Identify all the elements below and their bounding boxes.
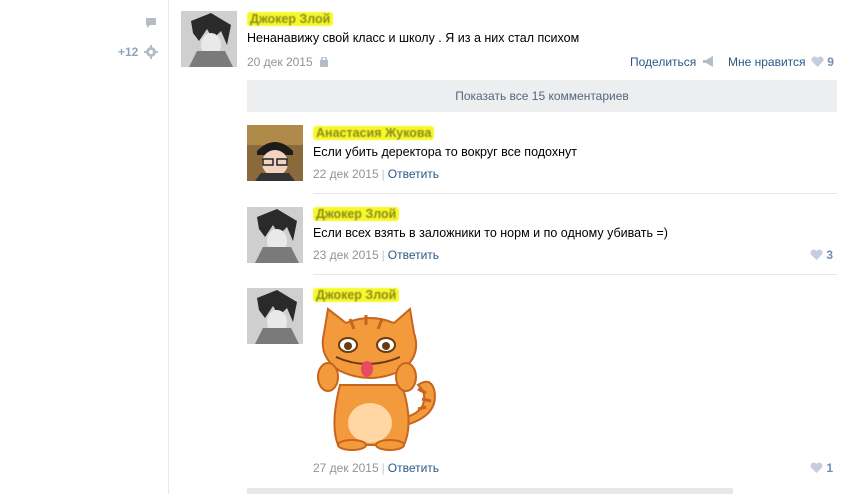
comment-like-button[interactable]: 1 — [810, 461, 833, 475]
comment-input-edge — [247, 488, 733, 494]
comment-author-name[interactable]: Анастасия Жукова — [313, 126, 435, 140]
post-text: Ненанавижу свой класс и школу . Я из а н… — [247, 31, 580, 45]
share-label: Поделиться — [630, 55, 697, 69]
heart-icon — [811, 56, 824, 67]
gear-icon[interactable] — [144, 45, 158, 59]
comment-author-name[interactable]: Джокер Злой — [313, 288, 400, 302]
reply-button[interactable]: Ответить — [388, 461, 439, 475]
lock-icon — [319, 57, 328, 67]
comment-date[interactable]: 23 дек 2015 — [313, 248, 379, 262]
comment-author-name[interactable]: Джокер Злой — [313, 207, 400, 221]
comment-like-count: 3 — [826, 248, 834, 262]
heart-icon — [810, 462, 823, 473]
reply-button[interactable]: Ответить — [388, 248, 439, 262]
comment-divider — [313, 193, 837, 194]
comment-meta: 23 дек 2015 | Ответить — [313, 248, 440, 262]
comment-meta: 27 дек 2015 | Ответить — [313, 461, 440, 475]
comment-like-count: 1 — [826, 461, 834, 475]
like-label: Мне нравится — [728, 55, 806, 69]
show-all-comments-button[interactable]: Показать все 15 комментариев — [247, 80, 837, 112]
reply-button[interactable]: Ответить — [388, 167, 439, 181]
comment-text: Если всех взять в заложники то норм и по… — [313, 226, 668, 240]
column-divider — [168, 0, 169, 494]
comment-divider — [313, 274, 837, 275]
comment-avatar[interactable] — [247, 288, 303, 344]
comment-meta: 22 дек 2015 | Ответить — [313, 167, 440, 181]
comment-date[interactable]: 27 дек 2015 — [313, 461, 379, 475]
post-date[interactable]: 20 дек 2015 — [247, 55, 313, 69]
left-rail — [0, 0, 168, 494]
comment-like-button[interactable]: 3 — [810, 248, 833, 262]
like-button[interactable]: Мне нравится 9 — [728, 55, 834, 69]
heart-icon — [810, 249, 823, 260]
comment-icon[interactable] — [144, 16, 158, 30]
share-button[interactable]: Поделиться — [630, 55, 716, 69]
cat-sticker — [317, 307, 436, 451]
comment-date[interactable]: 22 дек 2015 — [313, 167, 379, 181]
post-meta: 20 дек 2015 — [247, 55, 328, 69]
post-author-avatar[interactable] — [181, 11, 237, 67]
share-count: +12 — [118, 45, 139, 59]
comment-avatar[interactable] — [247, 125, 303, 181]
megaphone-icon — [702, 56, 713, 67]
like-count: 9 — [827, 55, 834, 69]
comment-avatar[interactable] — [247, 207, 303, 263]
post-author-name[interactable]: Джокер Злой — [247, 12, 334, 26]
comment-text: Если убить деректора то вокруг все подох… — [313, 145, 577, 159]
